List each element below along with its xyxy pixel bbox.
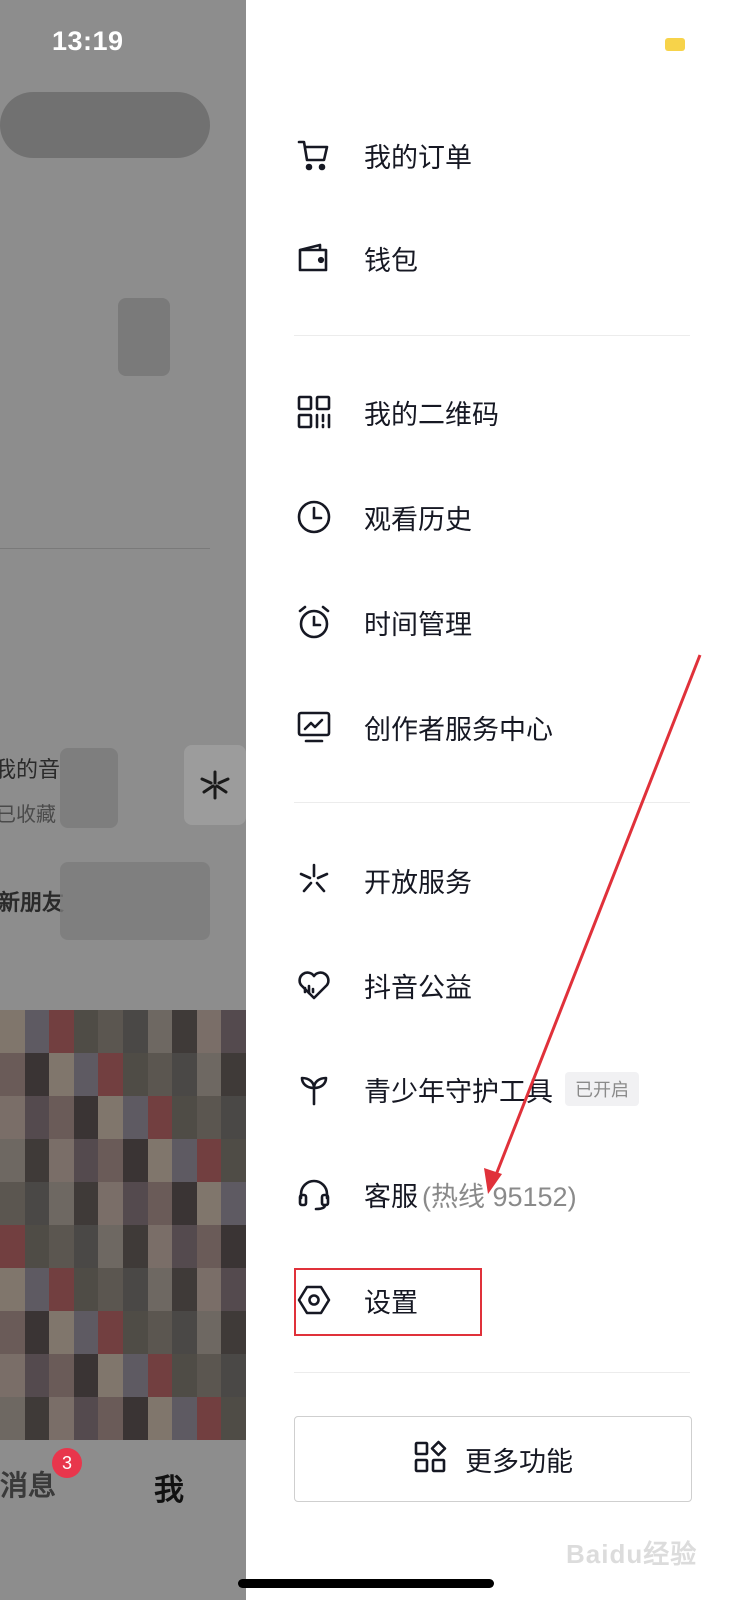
menu-item-label: 我的二维码 (364, 399, 499, 430)
music-subtitle: 已收藏 (0, 804, 56, 826)
alarm-icon (294, 602, 334, 642)
sprout-icon (294, 1069, 334, 1109)
asterisk-icon (200, 770, 230, 800)
menu-item-watch-history[interactable]: 观看历史 (294, 485, 694, 549)
menu-item-label: 观看历史 (364, 504, 472, 535)
baidu-watermark: Baidu经验 (566, 1539, 698, 1569)
menu-divider (294, 1372, 690, 1373)
headset-icon (294, 1174, 334, 1214)
settings-icon (294, 1280, 334, 1320)
side-drawer-menu: 我的订单 钱包 我的二维码 观看历史 时间管理 创作者服务中心 开放服务 抖音公… (246, 0, 738, 1600)
menu-item-my-orders[interactable]: 我的订单 (294, 123, 694, 187)
monitor-chart-icon (294, 707, 334, 747)
asterisk-icon (294, 860, 334, 900)
status-badge: 已开启 (565, 1072, 639, 1106)
tab-me[interactable]: 我 (154, 1465, 184, 1509)
tab-messages[interactable]: 消息 (0, 1464, 56, 1504)
blurred-header-bar (0, 92, 210, 158)
menu-item-label: 钱包 (364, 245, 418, 276)
menu-item-settings[interactable]: 设置 (294, 1268, 694, 1332)
menu-item-teen-protection[interactable]: 青少年守护工具 已开启 (294, 1057, 694, 1121)
menu-item-wallet[interactable]: 钱包 (294, 226, 694, 290)
menu-divider (294, 335, 690, 336)
blurred-music-cover (60, 748, 118, 828)
clock-icon (294, 497, 334, 537)
menu-item-douyin-charity[interactable]: 抖音公益 (294, 953, 694, 1017)
more-features-label: 更多功能 (465, 1446, 573, 1477)
cart-icon (294, 135, 334, 175)
heart-icon (294, 965, 334, 1005)
status-time: 13:19 (52, 26, 124, 56)
menu-item-customer-service[interactable]: 客服 (热线 95152) (294, 1162, 694, 1226)
menu-item-label: 我的订单 (364, 142, 472, 173)
wallet-icon (294, 238, 334, 278)
menu-item-label: 设置 (364, 1287, 418, 1318)
qrcode-icon (294, 392, 334, 432)
menu-item-label: 时间管理 (364, 609, 472, 640)
menu-item-label: 青少年守护工具 (364, 1076, 553, 1107)
open-service-tile[interactable] (184, 745, 246, 825)
menu-item-time-management[interactable]: 时间管理 (294, 590, 694, 654)
home-indicator (238, 1579, 494, 1588)
new-friends-label: 新朋友 (0, 890, 65, 915)
menu-item-label: 开放服务 (364, 867, 472, 898)
more-features-button[interactable]: 更多功能 (294, 1416, 692, 1502)
menu-divider (294, 802, 690, 803)
menu-item-my-qrcode[interactable]: 我的二维码 (294, 380, 694, 444)
menu-item-label: 客服 (364, 1181, 418, 1212)
music-title: 我的音 (0, 757, 61, 782)
menu-item-creator-center[interactable]: 创作者服务中心 (294, 695, 694, 759)
battery-icon (665, 38, 685, 51)
hotline-hint: (热线 95152) (422, 1181, 577, 1212)
background-divider (0, 548, 210, 549)
menu-item-label: 创作者服务中心 (364, 714, 553, 745)
menu-item-label: 抖音公益 (364, 972, 472, 1003)
blurred-stat (118, 298, 170, 376)
menu-item-open-services[interactable]: 开放服务 (294, 848, 694, 912)
messages-badge: 3 (52, 1448, 82, 1478)
background-profile-page: 13:19 我的音 已收藏 新朋友 消息 3 我 (0, 0, 246, 1600)
grid-shapes-icon (413, 1440, 447, 1479)
blurred-friend-block (60, 862, 210, 940)
pixelated-video-thumbnail[interactable] (0, 1010, 246, 1440)
